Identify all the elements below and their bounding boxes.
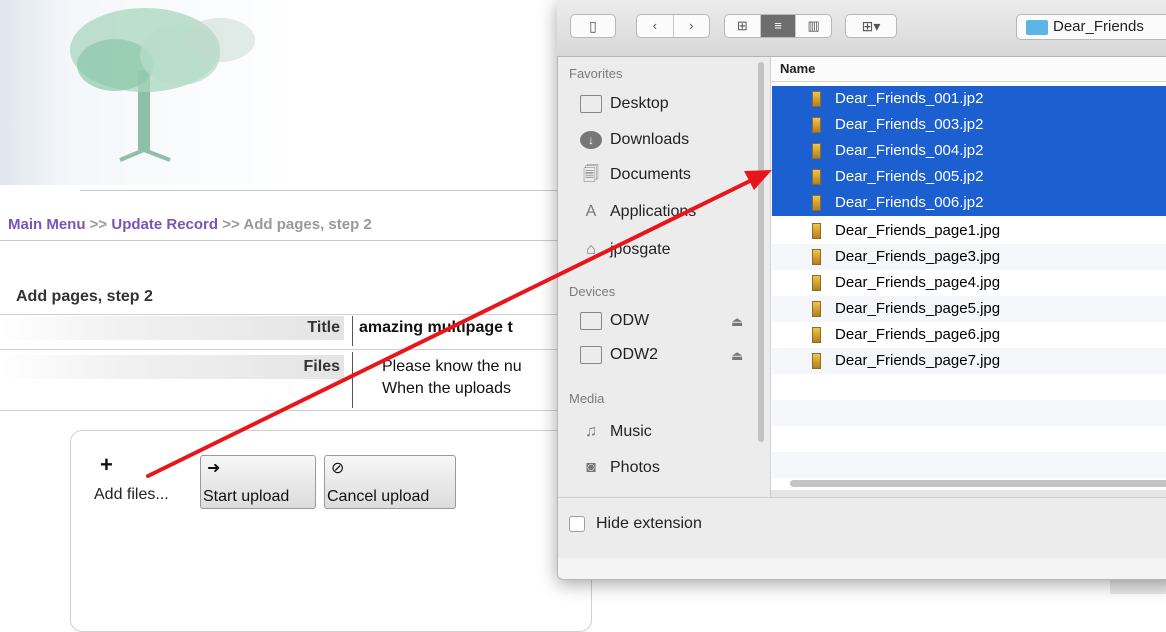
annotation-arrow (146, 170, 772, 478)
